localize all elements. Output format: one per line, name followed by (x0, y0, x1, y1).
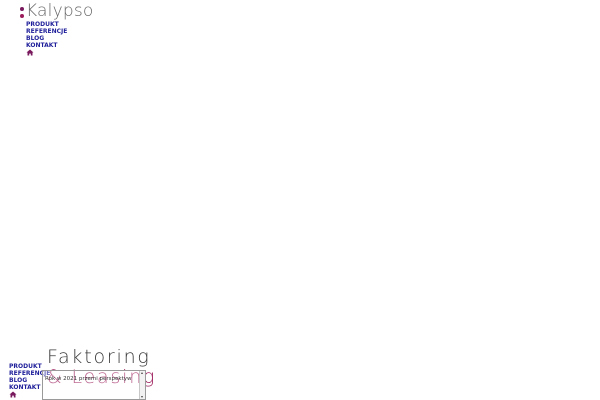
banner-title-line1: Faktoring (47, 346, 151, 368)
scroll-down-arrow-icon[interactable] (141, 396, 143, 398)
logo-dot-bottom (20, 13, 24, 18)
nav-link-produkt[interactable]: PRODUKT (9, 363, 50, 370)
nav-home[interactable] (26, 49, 67, 56)
logo-text: Kalypso (26, 1, 94, 21)
article-select[interactable]: Rok w 2021 przemi perspektyw (42, 370, 146, 400)
home-icon[interactable] (9, 391, 17, 398)
logo-dot-top (20, 6, 24, 11)
nav-link-produkt[interactable]: PRODUKT (26, 21, 67, 28)
select-value: Rok w 2021 przemi perspektyw (45, 376, 132, 382)
kalypso-logo[interactable]: Kalypso (20, 1, 94, 21)
home-icon[interactable] (26, 49, 34, 56)
nav-link-referencje[interactable]: REFERENCJE (26, 28, 67, 35)
nav-link-blog[interactable]: BLOG (26, 35, 67, 42)
logo-dots-icon (20, 6, 24, 18)
top-nav: PRODUKT REFERENCJE BLOG KONTAKT (26, 21, 67, 56)
select-scrollbar[interactable] (139, 371, 145, 399)
scroll-up-arrow-icon[interactable] (141, 372, 143, 374)
page: Kalypso PRODUKT REFERENCJE BLOG KONTAKT … (0, 0, 600, 400)
nav-link-kontakt[interactable]: KONTAKT (26, 42, 67, 49)
